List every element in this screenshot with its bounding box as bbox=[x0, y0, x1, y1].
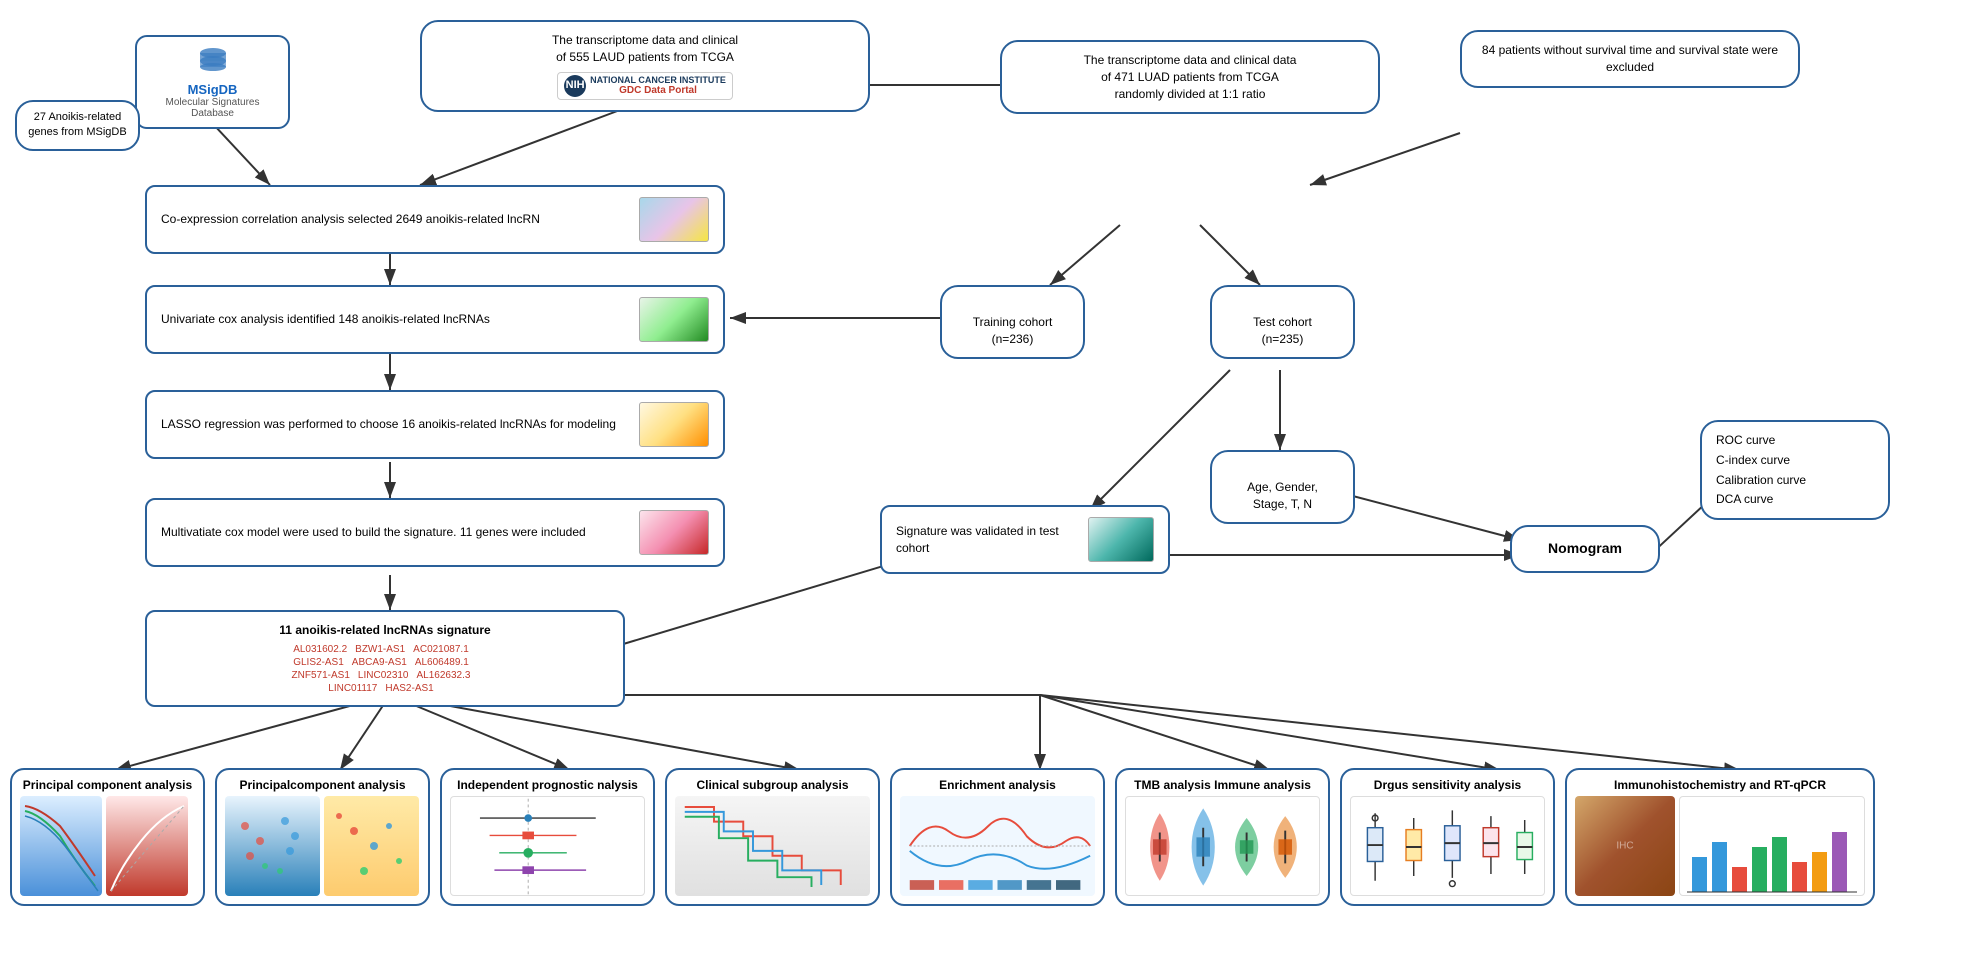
bottom-enrichment-title: Enrichment analysis bbox=[900, 778, 1095, 792]
pca1-roc-svg bbox=[106, 796, 188, 896]
signature-label: 11 anoikis-related lncRNAs signature bbox=[161, 622, 609, 639]
nomogram-text: Nomogram bbox=[1548, 540, 1622, 556]
pca2-scatter-svg bbox=[225, 796, 320, 896]
multivariate-chart bbox=[639, 510, 709, 555]
lasso-box: LASSO regression was performed to choose… bbox=[145, 390, 725, 459]
coexpression-text: Co-expression correlation analysis selec… bbox=[161, 211, 540, 228]
km-svg bbox=[675, 796, 870, 896]
validated-box: Signature was validated in test cohort bbox=[880, 505, 1170, 574]
clinical-vars-text: Age, Gender, Stage, T, N bbox=[1247, 480, 1318, 511]
nih-badge: NIH NATIONAL CANCER INSTITUTE GDC Data P… bbox=[557, 72, 733, 101]
genes-box: 27 Anoikis-related genes from MSigDB bbox=[15, 100, 140, 151]
test-cohort-box: Test cohort (n=235) bbox=[1210, 285, 1355, 359]
tcga-line1: The transcriptome data and clinical bbox=[436, 32, 854, 49]
roc-item-2: C-index curve bbox=[1716, 452, 1874, 469]
pca2-scatter2-svg bbox=[324, 796, 419, 896]
luad471-line2: of 471 LUAD patients from TCGA bbox=[1016, 69, 1364, 86]
univariate-box: Univariate cox analysis identified 148 a… bbox=[145, 285, 725, 354]
bottom-prognostic: Independent prognostic nalysis bbox=[440, 768, 655, 906]
bottom-pca1-title: Principal component analysis bbox=[20, 778, 195, 792]
coexpression-chart bbox=[639, 197, 709, 242]
bottom-clinical-title: Clinical subgroup analysis bbox=[675, 778, 870, 792]
nci-text: NATIONAL CANCER INSTITUTE bbox=[590, 75, 726, 86]
msigdb-box: MSigDB Molecular Signatures Database bbox=[135, 35, 290, 129]
bottom-clinical: Clinical subgroup analysis bbox=[665, 768, 880, 906]
univariate-text: Univariate cox analysis identified 148 a… bbox=[161, 311, 490, 328]
bottom-prognostic-title: Independent prognostic nalysis bbox=[450, 778, 645, 792]
excluded-box: 84 patients without survival time and su… bbox=[1460, 30, 1800, 88]
flowchart: The transcriptome data and clinical of 5… bbox=[0, 0, 1965, 962]
validated-chart bbox=[1088, 517, 1154, 562]
bottom-tmb: TMB analysis Immune analysis bbox=[1115, 768, 1330, 906]
signature-genes: AL031602.2BZW1-AS1AC021087.1 GLIS2-AS1AB… bbox=[161, 643, 609, 695]
roc-item-3: Calibration curve bbox=[1716, 472, 1874, 489]
roc-item-4: DCA curve bbox=[1716, 491, 1874, 508]
signature-box: 11 anoikis-related lncRNAs signature AL0… bbox=[145, 610, 625, 707]
bottom-enrichment: Enrichment analysis bbox=[890, 768, 1105, 906]
nih-logo: NIH bbox=[564, 75, 586, 97]
bottom-ihc: Immunohistochemistry and RT-qPCR IHC bbox=[1565, 768, 1875, 906]
pca1-chart-svg bbox=[20, 796, 102, 896]
bottom-pca2-title: Principalcomponent analysis bbox=[225, 778, 420, 792]
tcga-top-box: The transcriptome data and clinical of 5… bbox=[420, 20, 870, 112]
nomogram-box: Nomogram bbox=[1510, 525, 1660, 573]
nih-text: NIH bbox=[566, 78, 585, 93]
msigdb-subtitle: Molecular Signatures Database bbox=[149, 97, 276, 119]
luad471-box: The transcriptome data and clinical data… bbox=[1000, 40, 1380, 114]
training-cohort-box: Training cohort (n=236) bbox=[940, 285, 1085, 359]
bottom-ihc-title: Immunohistochemistry and RT-qPCR bbox=[1575, 778, 1865, 792]
boxplot-svg bbox=[1351, 797, 1544, 896]
univariate-chart bbox=[639, 297, 709, 342]
rtqpcr-svg bbox=[1680, 797, 1864, 896]
bottom-drugs: Drgus sensitivity analysis bbox=[1340, 768, 1555, 906]
excluded-text: 84 patients without survival time and su… bbox=[1482, 43, 1778, 74]
luad471-line1: The transcriptome data and clinical data bbox=[1016, 52, 1364, 69]
bottom-drugs-title: Drgus sensitivity analysis bbox=[1350, 778, 1545, 792]
genes-text: 27 Anoikis-related genes from MSigDB bbox=[28, 111, 126, 138]
coexpression-box: Co-expression correlation analysis selec… bbox=[145, 185, 725, 254]
validated-text: Signature was validated in test cohort bbox=[896, 523, 1082, 557]
luad471-line3: randomly divided at 1:1 ratio bbox=[1016, 86, 1364, 103]
roc-item-1: ROC curve bbox=[1716, 432, 1874, 449]
training-text: Training cohort (n=236) bbox=[973, 315, 1053, 346]
tcga-line2: of 555 LAUD patients from TCGA bbox=[436, 49, 854, 66]
msigdb-title: MSigDB bbox=[149, 82, 276, 97]
ihc-tissue-label: IHC bbox=[1616, 841, 1633, 852]
clinical-vars-box: Age, Gender, Stage, T, N bbox=[1210, 450, 1355, 524]
gsea-svg bbox=[900, 796, 1095, 896]
database-icon bbox=[198, 45, 228, 75]
forest-plot-svg bbox=[451, 797, 644, 896]
test-text: Test cohort (n=235) bbox=[1253, 315, 1312, 346]
multivariate-box: Multivatiate cox model were used to buil… bbox=[145, 498, 725, 567]
violin-svg bbox=[1126, 797, 1319, 896]
gdc-text: GDC Data Portal bbox=[590, 85, 726, 97]
lasso-text: LASSO regression was performed to choose… bbox=[161, 416, 616, 433]
multivariate-text: Multivatiate cox model were used to buil… bbox=[161, 524, 586, 541]
bottom-tmb-title: TMB analysis Immune analysis bbox=[1125, 778, 1320, 792]
roc-box: ROC curve C-index curve Calibration curv… bbox=[1700, 420, 1890, 520]
lasso-chart bbox=[639, 402, 709, 447]
bottom-pca2: Principalcomponent analysis bbox=[215, 768, 430, 906]
bottom-pca1: Principal component analysis bbox=[10, 768, 205, 906]
